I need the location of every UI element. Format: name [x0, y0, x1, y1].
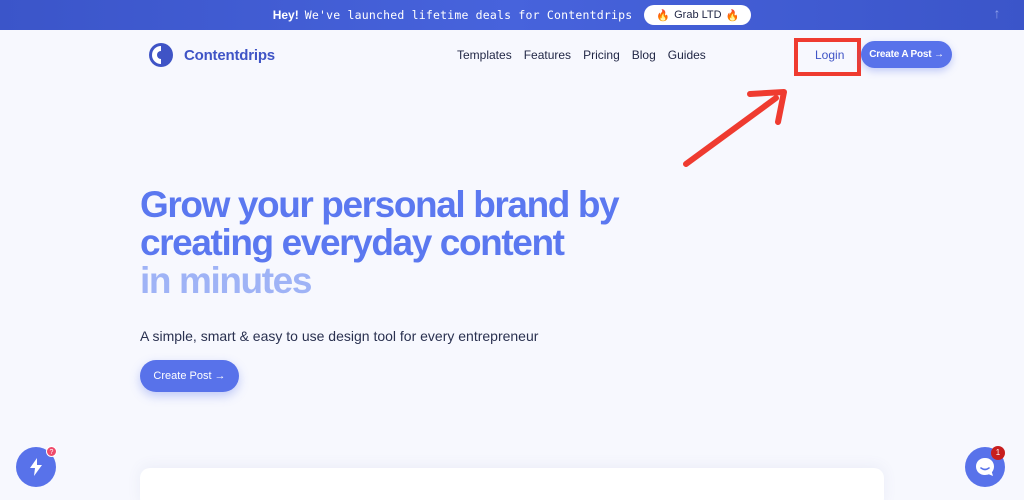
create-a-post-button[interactable]: Create A Post →: [861, 41, 952, 68]
hero-subtitle: A simple, smart & easy to use design too…: [140, 328, 539, 344]
annotation-arrow: [683, 89, 787, 167]
hero-title-line-3: in minutes: [140, 260, 312, 301]
fire-icon: 🔥: [725, 9, 740, 22]
logo[interactable]: Contentdrips: [148, 42, 275, 68]
grab-ltd-label: Grab LTD: [674, 9, 722, 21]
bolt-badge: ?: [46, 446, 57, 457]
announcement-hey: Hey!: [272, 8, 299, 22]
nav-item-guides[interactable]: Guides: [668, 48, 706, 62]
nav-item-templates[interactable]: Templates: [457, 48, 512, 62]
nav-item-pricing[interactable]: Pricing: [583, 48, 620, 62]
nav-item-blog[interactable]: Blog: [632, 48, 656, 62]
preview-card: [140, 468, 884, 500]
chat-badge: 1: [991, 446, 1005, 460]
nav-item-features[interactable]: Features: [524, 48, 571, 62]
announcement-bar: Hey! We've launched lifetime deals for C…: [0, 0, 1024, 30]
hero-title: Grow your personal brand by creating eve…: [140, 186, 700, 300]
main-nav: Templates Features Pricing Blog Guides: [457, 48, 706, 62]
announcement-message: We've launched lifetime deals for Conten…: [304, 8, 633, 22]
logo-icon: [149, 43, 173, 67]
chat-icon: [976, 458, 994, 476]
hero-title-line-1: Grow your personal brand by: [140, 184, 620, 225]
hero-title-line-2: creating everyday content: [140, 222, 565, 263]
fire-icon: 🔥: [656, 9, 671, 22]
bolt-icon: [30, 458, 42, 476]
scroll-up-icon[interactable]: ↑: [990, 4, 1004, 22]
login-link[interactable]: Login: [815, 48, 844, 62]
create-post-button[interactable]: Create Post →: [140, 360, 239, 392]
grab-ltd-button[interactable]: 🔥 Grab LTD 🔥: [644, 5, 752, 25]
brand-name: Contentdrips: [184, 46, 275, 64]
